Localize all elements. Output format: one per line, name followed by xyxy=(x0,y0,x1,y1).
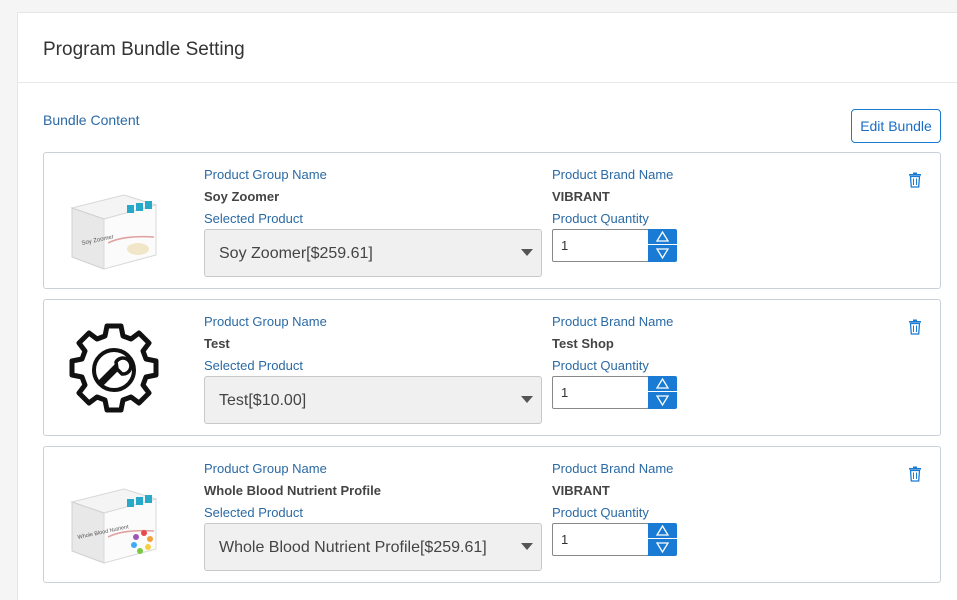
selected-product-label: Selected Product xyxy=(204,211,304,226)
quantity-label: Product Quantity xyxy=(552,358,649,373)
selected-product-label: Selected Product xyxy=(204,358,304,373)
selected-product-select[interactable]: Whole Blood Nutrient Profile[$259.61] xyxy=(204,523,542,571)
group-name-label: Product Group Name xyxy=(204,314,327,329)
decrement-button[interactable] xyxy=(648,539,677,555)
selected-product-value: Whole Blood Nutrient Profile[$259.61] xyxy=(219,539,487,556)
bundle-item: Whole Blood Nutrient Product Group Name … xyxy=(43,446,941,583)
quantity-label: Product Quantity xyxy=(552,211,649,226)
quantity-input[interactable] xyxy=(552,376,649,409)
bundle-item: Soy Zoomer Product Group Name Soy Zoomer… xyxy=(43,152,941,289)
page-title: Program Bundle Setting xyxy=(43,39,245,60)
group-name-value: Test xyxy=(204,336,230,351)
quantity-stepper[interactable] xyxy=(648,523,677,556)
selected-product-select[interactable]: Test[$10.00] xyxy=(204,376,542,424)
chevron-down-icon xyxy=(521,249,533,256)
triangle-up-icon xyxy=(655,524,670,536)
increment-button[interactable] xyxy=(648,229,677,245)
selected-product-value: Test[$10.00] xyxy=(219,392,307,409)
bundle-setting-card: Program Bundle Setting Bundle Content Ed… xyxy=(17,12,957,600)
triangle-up-icon xyxy=(655,230,670,242)
group-name-value: Soy Zoomer xyxy=(204,189,280,204)
triangle-down-icon xyxy=(655,395,670,407)
section-label: Bundle Content xyxy=(43,112,140,128)
increment-button[interactable] xyxy=(648,376,677,392)
trash-icon[interactable] xyxy=(908,319,922,335)
quantity-stepper[interactable] xyxy=(648,376,677,409)
group-name-label: Product Group Name xyxy=(204,167,327,182)
gear-wrench-icon xyxy=(64,320,164,420)
chevron-down-icon xyxy=(521,396,533,403)
trash-icon[interactable] xyxy=(908,466,922,482)
decrement-button[interactable] xyxy=(648,245,677,261)
selected-product-label: Selected Product xyxy=(204,505,304,520)
brand-name-label: Product Brand Name xyxy=(552,461,674,476)
triangle-down-icon xyxy=(655,542,670,554)
quantity-input[interactable] xyxy=(552,523,649,556)
decrement-button[interactable] xyxy=(648,392,677,408)
brand-name-value: Test Shop xyxy=(552,336,614,351)
quantity-stepper[interactable] xyxy=(648,229,677,262)
chevron-down-icon xyxy=(521,543,533,550)
increment-button[interactable] xyxy=(648,523,677,539)
selected-product-value: Soy Zoomer[$259.61] xyxy=(219,245,373,262)
group-name-value: Whole Blood Nutrient Profile xyxy=(204,483,381,498)
group-name-label: Product Group Name xyxy=(204,461,327,476)
header-divider xyxy=(18,82,957,83)
triangle-up-icon xyxy=(655,377,670,389)
quantity-input[interactable] xyxy=(552,229,649,262)
quantity-label: Product Quantity xyxy=(552,505,649,520)
brand-name-label: Product Brand Name xyxy=(552,167,674,182)
product-image: Soy Zoomer xyxy=(64,173,164,273)
brand-name-label: Product Brand Name xyxy=(552,314,674,329)
trash-icon[interactable] xyxy=(908,172,922,188)
triangle-down-icon xyxy=(655,248,670,260)
edit-bundle-button[interactable]: Edit Bundle xyxy=(851,109,941,143)
selected-product-select[interactable]: Soy Zoomer[$259.61] xyxy=(204,229,542,277)
bundle-item: Product Group Name Test Selected Product… xyxy=(43,299,941,436)
brand-name-value: VIBRANT xyxy=(552,483,610,498)
brand-name-value: VIBRANT xyxy=(552,189,610,204)
product-image: Whole Blood Nutrient xyxy=(64,467,164,567)
